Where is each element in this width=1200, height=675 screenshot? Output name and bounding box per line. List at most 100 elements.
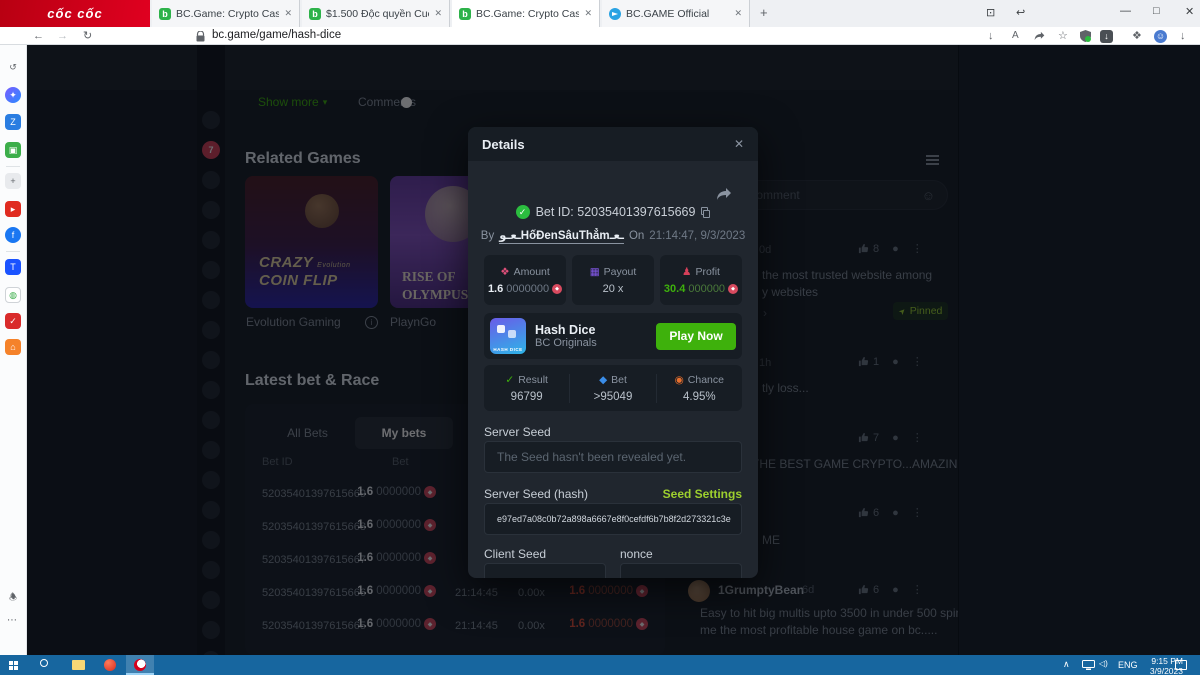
browser-tab-1[interactable]: b BC.Game: Crypto Casino Gan ✕ bbox=[152, 0, 300, 27]
bet-by-row: By ـعـوHốĐenSâuThẳmـعـ On 21:14:47, 9/3/… bbox=[468, 228, 758, 244]
profit-stat: ♟Profit 30.4000000◆ bbox=[660, 255, 742, 305]
facebook-icon[interactable]: f bbox=[5, 227, 21, 243]
bet-stats-row: ❖Amount 1.60000000◆ ▦Payout 20 x ♟Profit… bbox=[484, 255, 742, 305]
youtube-icon[interactable]: ▸ bbox=[5, 201, 21, 217]
modal-close-icon[interactable]: ✕ bbox=[734, 137, 744, 151]
seed-settings-link[interactable]: Seed Settings bbox=[663, 487, 742, 501]
shop-cart-icon[interactable]: ⌂ bbox=[5, 339, 21, 355]
padlock-icon[interactable] bbox=[196, 31, 205, 42]
bookmark-star-icon[interactable]: ☆ bbox=[1058, 27, 1068, 45]
start-button[interactable] bbox=[9, 661, 13, 665]
server-seed-field[interactable]: The Seed hasn't been revealed yet. bbox=[484, 441, 742, 473]
modal-header: Details ✕ bbox=[468, 127, 758, 161]
game-name[interactable]: Hash Dice bbox=[535, 323, 597, 337]
soccer-icon[interactable]: ◍ bbox=[5, 287, 21, 303]
chance-icon: ◉ bbox=[675, 374, 684, 386]
reload-icon[interactable]: ↻ bbox=[83, 27, 92, 45]
windows-taskbar: ∧ ◁) ENG 9:15 PM3/9/2023 bbox=[0, 655, 1200, 675]
window-maximize-button[interactable]: □ bbox=[1153, 5, 1160, 17]
result-stat: ✓Result 96799 bbox=[484, 374, 569, 403]
tab-title: BC.GAME Official bbox=[626, 8, 729, 20]
browser-tab-4[interactable]: BC.GAME Official ✕ bbox=[602, 0, 750, 27]
language-indicator[interactable]: ENG bbox=[1118, 660, 1138, 670]
zalo-icon[interactable]: Z bbox=[5, 114, 21, 130]
tab-title: $1.500 Độc quyền Cuối tuần bbox=[326, 8, 429, 20]
bcgame-favicon: b bbox=[309, 8, 321, 20]
player-link[interactable]: ـعـوHốĐenSâuThẳmـعـ bbox=[499, 228, 624, 244]
profile-avatar-icon[interactable]: ☺ bbox=[1154, 30, 1167, 43]
play-now-button[interactable]: Play Now bbox=[656, 323, 736, 350]
hash-dice-icon: HASH DICE bbox=[490, 318, 526, 354]
notification-bell-icon[interactable]: 🕭 bbox=[5, 590, 21, 606]
network-icon[interactable] bbox=[1082, 660, 1095, 670]
bet-details-modal: Details ✕ ✓ Bet ID: 52035401397615669 By… bbox=[468, 127, 758, 578]
window-close-button[interactable]: ✕ bbox=[1185, 5, 1194, 18]
idm-download-icon[interactable]: ↓ bbox=[1100, 30, 1113, 43]
browser-address-bar: ← → ↻ bc.game/game/hash-dice ↓ A ☆ ↓ ❖ ☺… bbox=[0, 27, 1200, 45]
trx-coin-icon: ◆ bbox=[552, 284, 562, 294]
save-page-icon[interactable]: ↓ bbox=[988, 27, 994, 45]
bcgame-favicon: b bbox=[459, 8, 471, 20]
client-seed-field[interactable] bbox=[484, 563, 606, 578]
tab-close-icon[interactable]: ✕ bbox=[434, 8, 442, 19]
shield-icon[interactable] bbox=[1080, 30, 1091, 42]
tab-search-icon[interactable]: ⊡ bbox=[986, 6, 995, 19]
coccoc-logo[interactable]: cốc cốc bbox=[0, 0, 150, 27]
browser-tab-3-active[interactable]: b BC.Game: Crypto Casino Gan ✕ bbox=[452, 0, 600, 27]
tray-expand-icon[interactable]: ∧ bbox=[1063, 659, 1070, 670]
url-text[interactable]: bc.game/game/hash-dice bbox=[212, 29, 341, 41]
coccoc-side-rail: ↺ ✦ Z ▣ + ▸ f T ◍ ✓ ⌂ 🕭 ⋯ bbox=[0, 45, 27, 655]
tab-close-icon[interactable]: ✕ bbox=[584, 8, 592, 19]
downloads-icon[interactable]: ↓ bbox=[1180, 27, 1186, 45]
tab-title: BC.Game: Crypto Casino Gan bbox=[176, 8, 279, 20]
bet-id-row: ✓ Bet ID: 52035401397615669 bbox=[468, 205, 758, 219]
server-seed-hash-field[interactable]: e97ed7a08c0b72a898a6667e8f0cefdf6b7b8f2d… bbox=[484, 503, 742, 535]
back-icon[interactable]: ← bbox=[33, 27, 44, 45]
games-icon[interactable]: ▣ bbox=[5, 142, 21, 158]
share-icon[interactable] bbox=[1034, 31, 1045, 41]
client-seed-label: Client Seed bbox=[484, 547, 546, 561]
payout-icon: ▦ bbox=[590, 266, 600, 278]
nonce-label: nonce bbox=[620, 547, 653, 561]
taskbar-search-icon[interactable] bbox=[40, 659, 48, 667]
share-bet-icon[interactable] bbox=[716, 187, 732, 201]
telegram-favicon bbox=[609, 8, 621, 20]
action-center-icon[interactable] bbox=[1175, 660, 1187, 670]
browser-tab-2[interactable]: b $1.500 Độc quyền Cuối tuần ✕ bbox=[302, 0, 450, 27]
bet-icon: ◆ bbox=[599, 374, 607, 386]
tiki-icon[interactable]: T bbox=[5, 259, 21, 275]
tab-title: BC.Game: Crypto Casino Gan bbox=[476, 8, 579, 20]
bet-datetime: 21:14:47, 9/3/2023 bbox=[649, 230, 745, 242]
server-seed-hash-label: Server Seed (hash) bbox=[484, 487, 588, 501]
result-icon: ✓ bbox=[505, 374, 514, 386]
tab-close-icon[interactable]: ✕ bbox=[734, 8, 742, 19]
divider bbox=[6, 251, 20, 252]
reopen-tab-icon[interactable]: ↩ bbox=[1016, 6, 1025, 19]
result-row: ✓Result 96799 ◆Bet >95049 ◉Chance 4.95% bbox=[484, 365, 742, 411]
extensions-puzzle-icon[interactable]: ❖ bbox=[1132, 27, 1142, 45]
payout-stat: ▦Payout 20 x bbox=[572, 255, 654, 305]
divider bbox=[6, 166, 20, 167]
modal-title: Details bbox=[482, 137, 525, 152]
game-provider: BC Originals bbox=[535, 337, 597, 349]
new-tab-button[interactable]: + bbox=[760, 5, 768, 20]
game-row: HASH DICE Hash DiceBC Originals Play Now bbox=[484, 313, 742, 359]
amount-stat: ❖Amount 1.60000000◆ bbox=[484, 255, 566, 305]
volume-icon[interactable]: ◁) bbox=[1099, 659, 1108, 668]
add-shortcut-icon[interactable]: + bbox=[5, 173, 21, 189]
messenger-icon[interactable]: ✦ bbox=[5, 87, 21, 103]
translate-icon[interactable]: A bbox=[1012, 27, 1019, 45]
more-dots-icon[interactable]: ⋯ bbox=[7, 615, 17, 626]
browser-app-icon[interactable] bbox=[104, 659, 116, 671]
vtv-icon[interactable]: ✓ bbox=[5, 313, 21, 329]
verified-icon: ✓ bbox=[516, 205, 530, 219]
forward-icon[interactable]: → bbox=[57, 27, 68, 45]
coccoc-taskbar-active[interactable] bbox=[126, 655, 154, 675]
bet-id-text: Bet ID: 52035401397615669 bbox=[536, 205, 696, 219]
window-minimize-button[interactable]: — bbox=[1120, 5, 1131, 17]
copy-icon[interactable] bbox=[701, 207, 710, 218]
tab-close-icon[interactable]: ✕ bbox=[284, 8, 292, 19]
history-icon[interactable]: ↺ bbox=[5, 59, 21, 75]
nonce-field[interactable] bbox=[620, 563, 742, 578]
file-explorer-icon[interactable] bbox=[72, 660, 85, 670]
